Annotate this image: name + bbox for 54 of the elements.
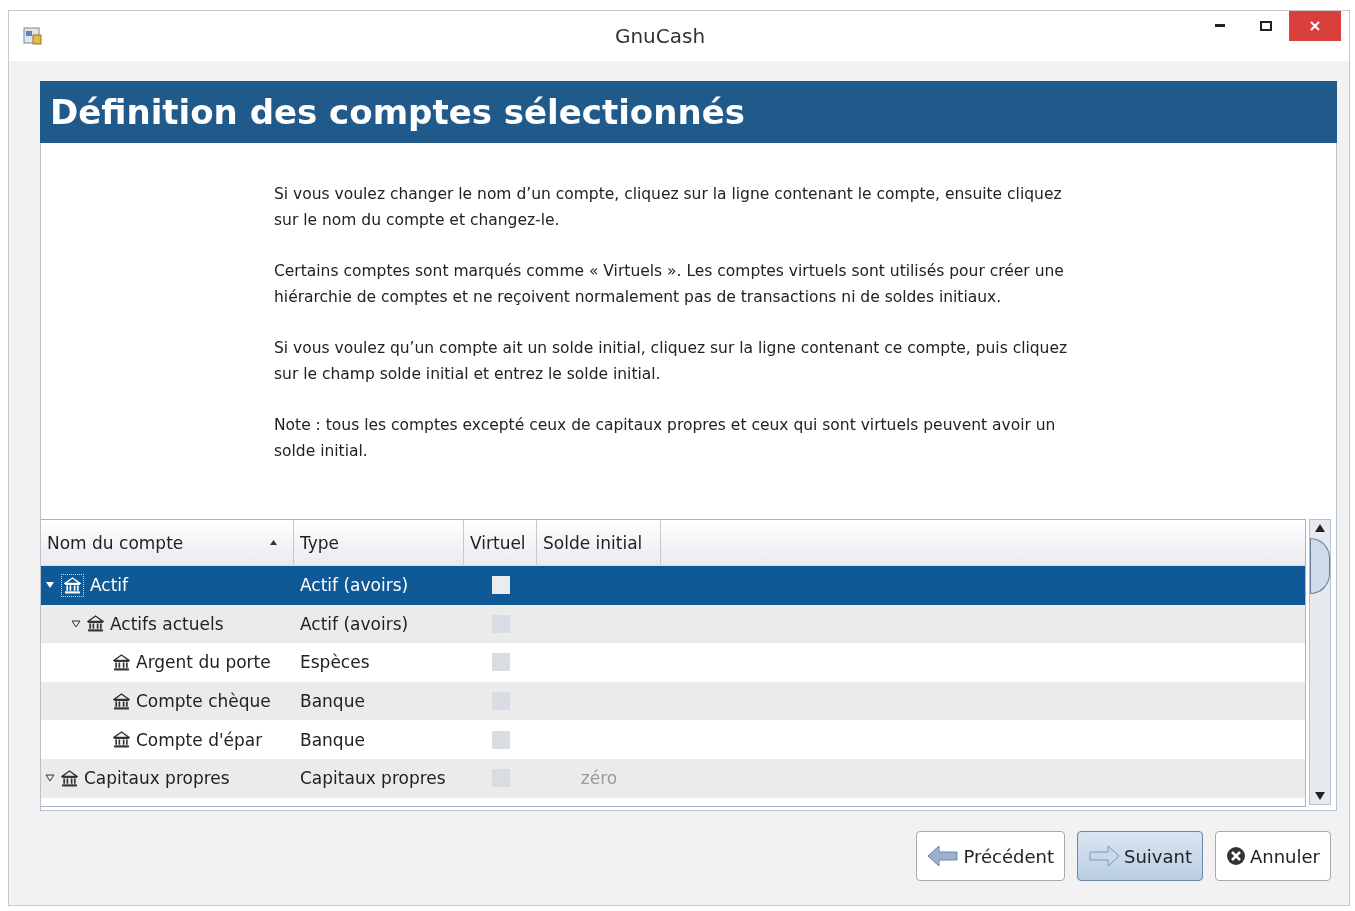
virtual-checkbox[interactable] (491, 653, 510, 672)
scroll-up-icon[interactable] (1315, 524, 1325, 532)
account-type: Banque (300, 691, 365, 712)
instruction-text: Certains comptes sont marqués comme « Virtuels ». Les comptes virtuels sont utilisés pour créer une hiérarchie de comptes et ne reçoivent normalement pas de transactions ni de soldes initiaux. (274, 261, 1065, 308)
virtual-checkbox[interactable] (491, 730, 510, 749)
bank-icon (113, 731, 130, 749)
account-type: Banque (300, 729, 365, 750)
minimize-icon (1215, 24, 1225, 28)
column-header[interactable]: Virtuel (464, 520, 537, 565)
account-name: Compte d'épar (136, 729, 263, 750)
close-icon (1310, 21, 1320, 31)
account-row[interactable]: Compte chèque Banque (41, 681, 1305, 721)
column-header[interactable]: Solde initial (537, 520, 661, 565)
expander-icon[interactable] (45, 774, 55, 783)
instruction-text: Note : tous les comptes excepté ceux de capitaux propres et ceux qui sont virtuels peuvent avoir un solde initial. (274, 415, 1057, 462)
scrollbar[interactable] (1309, 519, 1331, 805)
instruction-text: Si vous voulez changer le nom d’un compte, cliquez sur la ligne contenant le compte, ensuite cliquez sur le nom du compte et changez-le. (274, 184, 1063, 231)
scroll-down-icon[interactable] (1315, 792, 1325, 800)
bank-icon (87, 615, 104, 633)
account-name: Argent du porte (136, 652, 271, 673)
account-name: Actif (90, 575, 129, 596)
instruction-text: Si vous voulez qu’un compte ait un solde initial, cliquez sur la ligne contenant ce compte, puis cliquez sur le champ solde initial et entrez le solde initial. (274, 338, 1069, 385)
column-header[interactable]: Type (294, 520, 464, 565)
bank-icon (113, 654, 130, 671)
left-arrow-icon (927, 845, 960, 867)
account-type: Espèces (300, 652, 370, 673)
account-row[interactable]: Capitaux propres Capitaux propres zéro (41, 758, 1305, 798)
window-title: GnuCash (613, 24, 707, 48)
bank-icon (61, 769, 78, 787)
back-button[interactable]: Précédent (916, 831, 1065, 881)
sort-icon (270, 540, 277, 545)
expander-icon[interactable] (45, 581, 55, 590)
cancel-button[interactable]: Annuler (1215, 831, 1331, 881)
account-name: Actifs actuels (110, 613, 224, 634)
page-title: Définition des comptes sélectionnés (50, 92, 745, 132)
opening-balance: zéro (580, 768, 618, 789)
close-button[interactable] (1289, 11, 1341, 41)
account-row[interactable]: Actifs actuels Actif (avoirs) (41, 604, 1305, 644)
scroll-thumb[interactable] (1310, 538, 1330, 594)
account-type: Actif (avoirs) (300, 575, 409, 596)
maximize-icon (1260, 21, 1272, 31)
right-arrow-icon (1088, 845, 1120, 867)
next-button[interactable]: Suivant (1077, 831, 1203, 881)
account-name: Capitaux propres (84, 768, 230, 789)
account-row[interactable]: Actif Actif (avoirs) (41, 566, 1305, 605)
bank-icon (113, 692, 130, 710)
virtual-checkbox[interactable] (491, 576, 510, 595)
account-type: Actif (avoirs) (300, 613, 409, 634)
account-type: Capitaux propres (300, 768, 446, 789)
app-icon (23, 26, 43, 46)
cancel-icon (1226, 846, 1246, 866)
account-name: Compte chèque (136, 691, 271, 712)
expander-icon[interactable] (71, 619, 81, 628)
column-header[interactable]: Nom du compte (41, 520, 294, 565)
